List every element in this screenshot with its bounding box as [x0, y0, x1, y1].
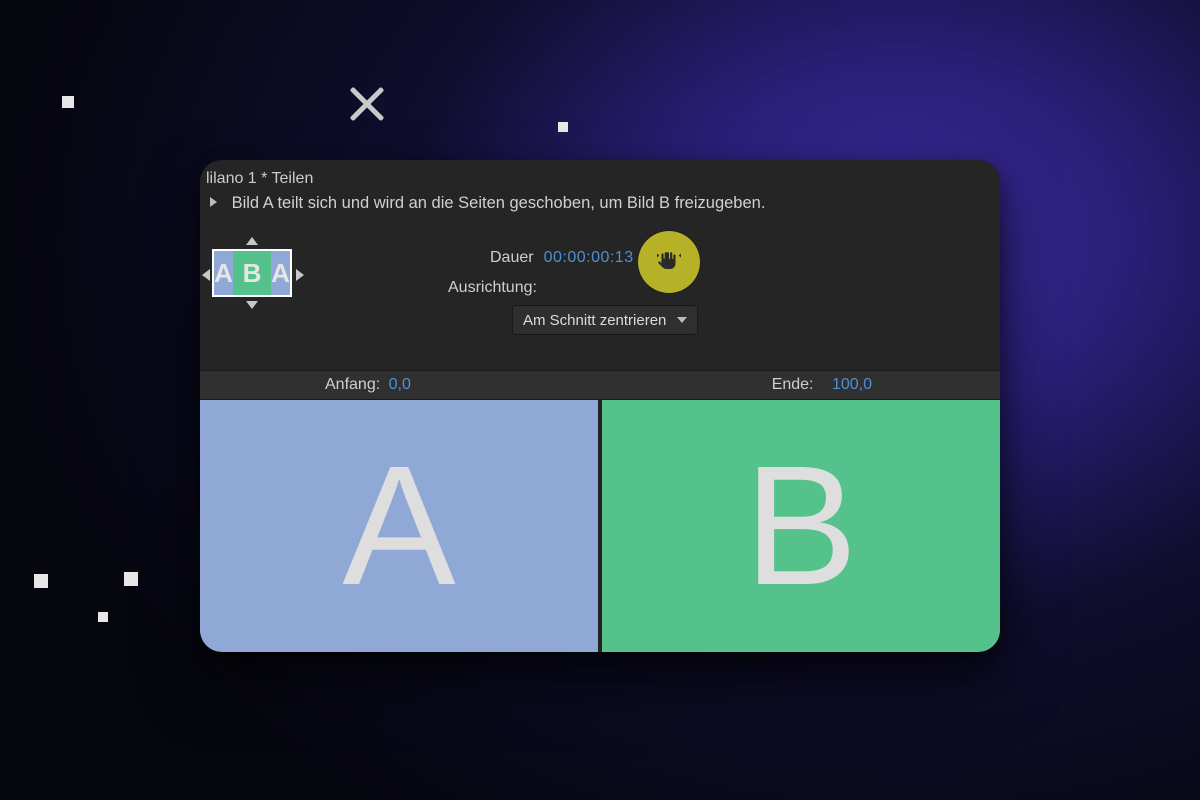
preview-letter-a: A: [342, 441, 455, 611]
end-label: Ende:: [772, 376, 814, 393]
chevron-down-icon: [677, 317, 687, 323]
cursor-highlight: [638, 231, 700, 293]
effect-controls-panel: lilano 1 * Teilen Bild A teilt sich und …: [200, 160, 1000, 652]
bg-square: [558, 122, 568, 132]
thumb-a-right: A: [271, 251, 290, 295]
preview-frame-a: A: [200, 400, 602, 652]
thumb-b: B: [233, 251, 271, 295]
alignment-select-value: Am Schnitt zentrieren: [523, 312, 666, 329]
effect-description-row[interactable]: Bild A teilt sich und wird an die Seiten…: [206, 194, 992, 213]
arrow-right-icon: [296, 269, 304, 281]
bg-square: [98, 612, 108, 622]
start-label: Anfang:: [325, 376, 380, 393]
transition-preview: A B: [200, 400, 1000, 652]
thumb-a: A: [214, 251, 233, 295]
disclosure-triangle-icon[interactable]: [210, 197, 217, 207]
bg-square: [34, 574, 48, 588]
alignment-label: Ausrichtung:: [448, 279, 537, 297]
duration-label: Dauer: [490, 249, 534, 267]
transition-thumbnail: A B A: [204, 237, 314, 325]
arrow-left-icon: [202, 269, 210, 281]
close-icon[interactable]: [345, 82, 389, 126]
preview-letter-b: B: [744, 441, 857, 611]
grab-cursor-icon: [656, 249, 682, 275]
end-value[interactable]: 100,0: [832, 376, 872, 393]
start-value[interactable]: 0,0: [389, 376, 411, 393]
duration-value[interactable]: 00:00:00:13: [544, 249, 634, 267]
alignment-select[interactable]: Am Schnitt zentrieren: [512, 305, 698, 335]
arrow-down-icon: [246, 301, 258, 309]
panel-title: lilano 1 * Teilen: [206, 170, 992, 194]
bg-square: [124, 572, 138, 586]
settings-area: A B A Dauer 00:00:00:13 Ausrichtung: Am …: [200, 239, 1000, 375]
effect-description-text: Bild A teilt sich und wird an die Seiten…: [232, 194, 766, 212]
arrow-up-icon: [246, 237, 258, 245]
preview-frame-b: B: [602, 400, 1000, 652]
range-bar: Anfang: 0,0 Ende: 100,0: [200, 370, 1000, 400]
bg-square: [62, 96, 74, 108]
